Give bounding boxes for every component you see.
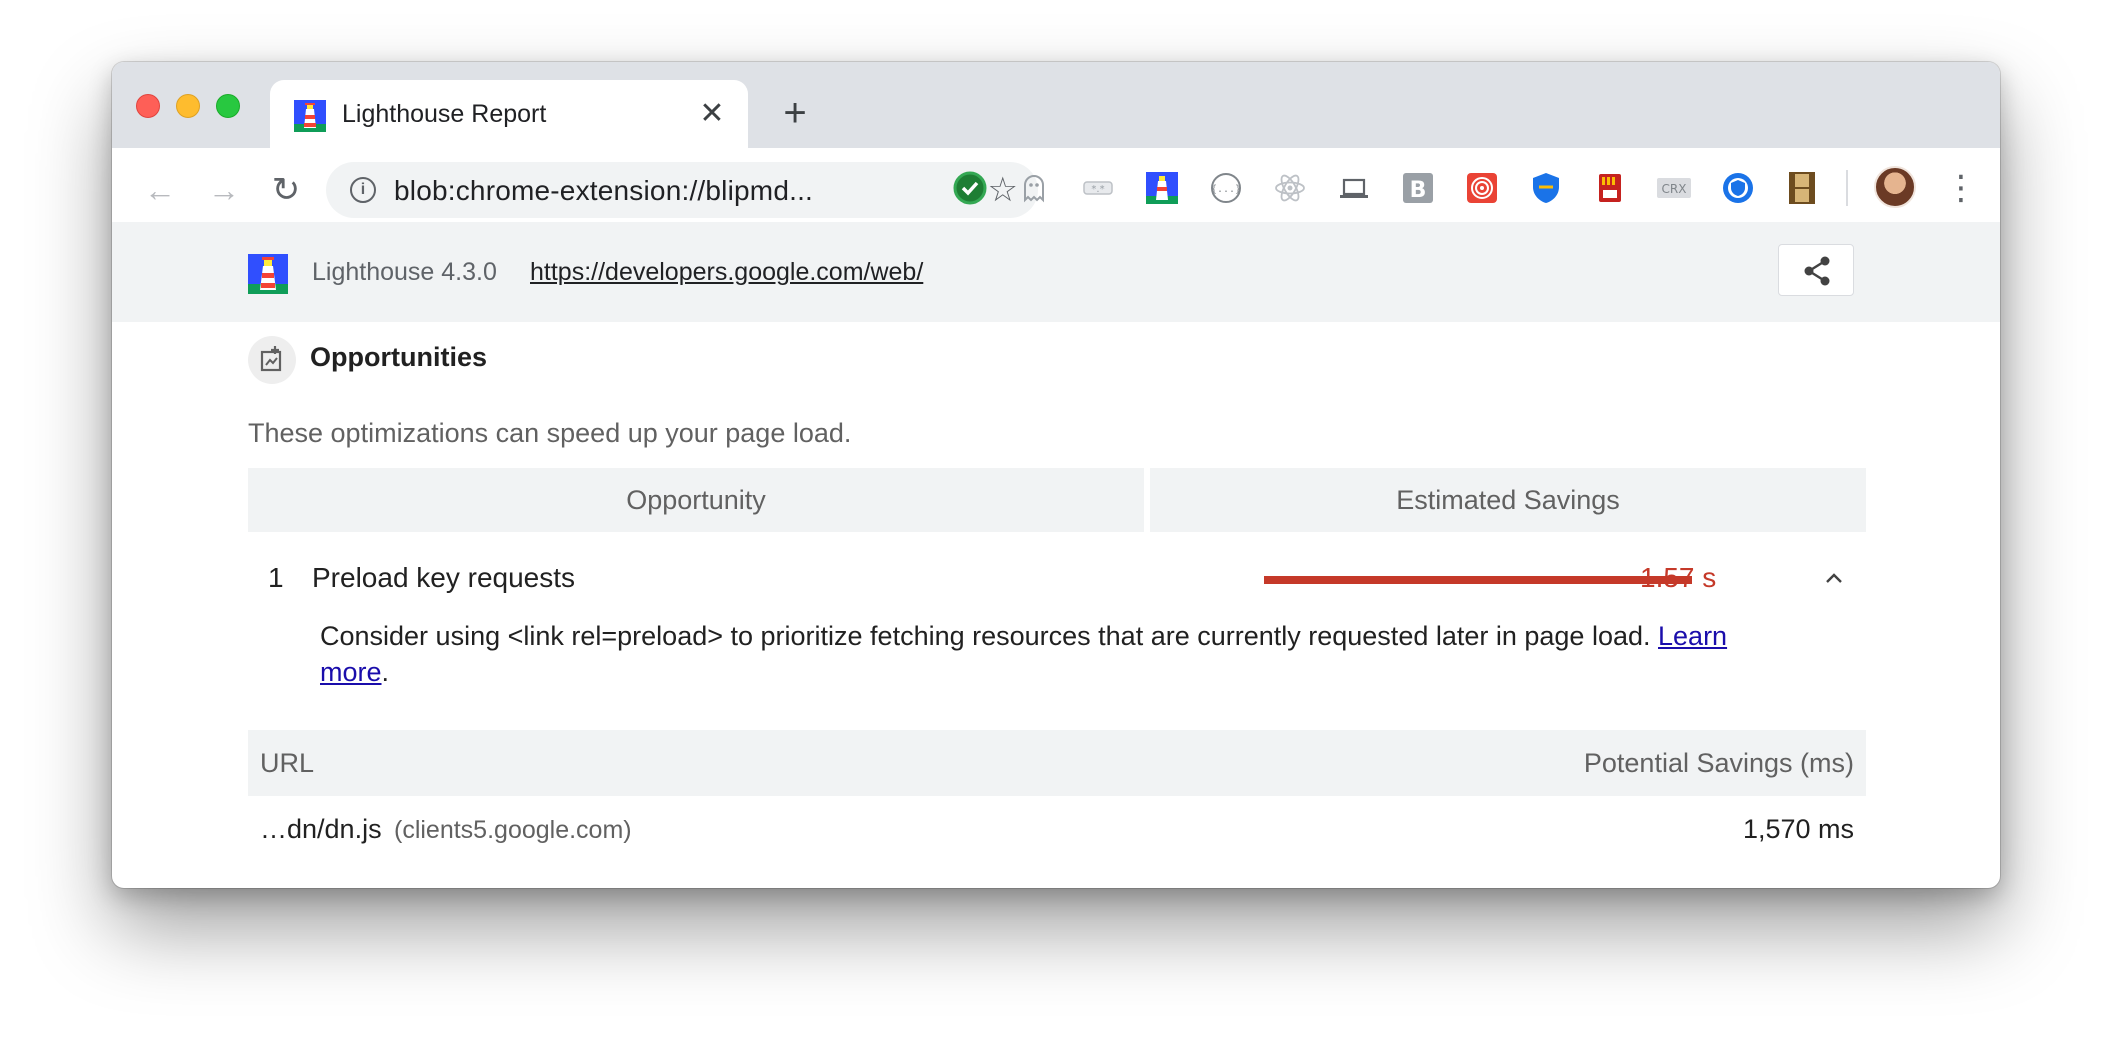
globe-shield-extension-icon[interactable] — [1720, 170, 1756, 206]
profile-avatar[interactable] — [1874, 166, 1916, 208]
b-extension-icon[interactable]: B — [1400, 170, 1436, 206]
section-description: These optimizations can speed up your pa… — [248, 418, 852, 448]
tab-strip: Lighthouse Report ✕ + — [112, 62, 2000, 148]
lighthouse-extension-icon[interactable] — [1144, 170, 1180, 206]
memory-card-extension-icon[interactable] — [1592, 170, 1628, 206]
svg-text:B: B — [1410, 178, 1427, 203]
chevron-up-icon[interactable] — [1822, 566, 1846, 590]
bookmark-star-icon[interactable]: ☆ — [988, 170, 1018, 210]
lighthouse-topbar: Lighthouse 4.3.0 https://developers.goog… — [112, 222, 2000, 322]
svg-text:CRX: CRX — [1662, 182, 1687, 196]
reload-icon[interactable]: ↻ — [264, 168, 308, 212]
resource-savings: 1,570 ms — [1742, 814, 1854, 844]
opportunities-icon — [248, 336, 296, 384]
share-icon — [1804, 256, 1830, 286]
savings-bar — [1264, 576, 1692, 584]
laptop-extension-icon[interactable] — [1336, 170, 1372, 206]
tab-title: Lighthouse Report — [342, 100, 547, 128]
json-extension-icon[interactable]: {...} — [1208, 170, 1244, 206]
resource-host: (clients5.google.com) — [394, 816, 632, 844]
resource-path: …dn/dn.js — [260, 814, 382, 844]
tab-lighthouse-report[interactable]: Lighthouse Report ✕ — [270, 80, 748, 148]
menu-icon[interactable]: ⋮ — [1944, 164, 1978, 212]
details-table-header: URL Potential Savings (ms) — [248, 730, 1866, 796]
svg-text:{...}: {...} — [1211, 184, 1241, 195]
password-extension-icon[interactable]: *.* — [1080, 170, 1116, 206]
opportunity-table-header: Opportunity Estimated Savings — [248, 468, 1866, 532]
browser-window: Lighthouse Report ✕ + ← → ↻ i blob:chrom… — [112, 62, 2000, 888]
audit-preload-key-requests[interactable]: 1 Preload key requests 1.57 s — [248, 538, 1866, 618]
spiral-extension-icon[interactable] — [1464, 170, 1500, 206]
film-extension-icon[interactable] — [1784, 170, 1820, 206]
audit-index: 1 — [268, 562, 284, 593]
svg-text:*.*: *.* — [1091, 184, 1104, 195]
column-header-potential-savings: Potential Savings (ms) — [1583, 748, 1854, 778]
toolbar-divider — [1846, 170, 1848, 206]
audit-description-text: Consider using <link rel=preload> to pri… — [320, 621, 1659, 651]
report-url-link[interactable]: https://developers.google.com/web/ — [530, 258, 923, 287]
table-row: …dn/dn.js (clients5.google.com) 1,570 ms — [248, 796, 1866, 862]
ghost-extension-icon[interactable] — [1016, 170, 1052, 206]
lighthouse-version: Lighthouse 4.3.0 — [312, 258, 497, 286]
forward-icon[interactable]: → — [202, 168, 246, 212]
maximize-window-button[interactable] — [216, 94, 240, 118]
savings-value: 1.57 s — [1640, 562, 1717, 593]
share-button[interactable] — [1778, 244, 1854, 296]
shield-extension-icon[interactable] — [1528, 170, 1564, 206]
checkmark-extension-icon[interactable] — [952, 170, 988, 206]
react-extension-icon[interactable] — [1272, 170, 1308, 206]
column-header-estimated-savings: Estimated Savings — [1150, 468, 1866, 532]
address-bar[interactable]: i blob:chrome-extension://blipmd... ☆ — [326, 162, 1038, 218]
audit-description-period: . — [381, 657, 390, 687]
audit-description: Consider using <link rel=preload> to pri… — [320, 618, 1780, 690]
crx-extension-icon[interactable]: CRX — [1656, 170, 1692, 206]
back-icon[interactable]: ← — [138, 168, 182, 212]
minimize-window-button[interactable] — [176, 94, 200, 118]
lighthouse-logo-icon — [248, 254, 288, 294]
new-tab-button[interactable]: + — [774, 92, 816, 134]
address-bar-url[interactable]: blob:chrome-extension://blipmd... — [394, 175, 813, 207]
site-info-icon[interactable]: i — [350, 177, 376, 203]
column-header-opportunity: Opportunity — [248, 468, 1144, 532]
close-window-button[interactable] — [136, 94, 160, 118]
lighthouse-favicon-icon — [294, 100, 326, 132]
audit-title: Preload key requests — [312, 562, 576, 593]
column-header-url: URL — [260, 748, 315, 778]
tab-close-icon[interactable]: ✕ — [694, 96, 730, 132]
section-title: Opportunities — [310, 342, 487, 372]
